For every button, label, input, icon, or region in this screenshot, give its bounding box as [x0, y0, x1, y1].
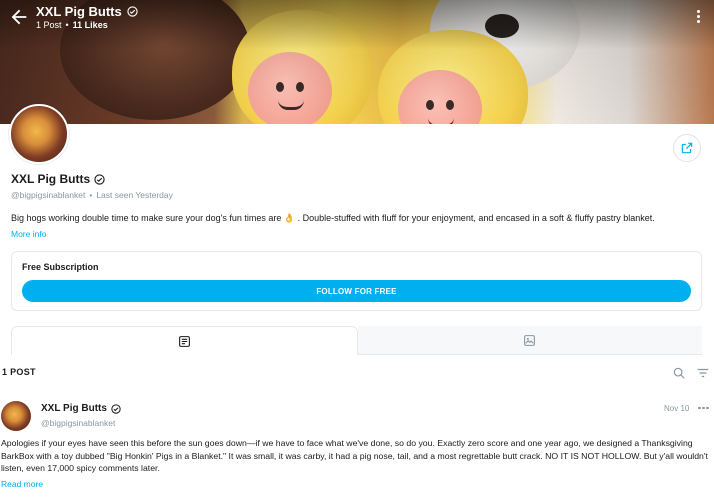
kebab-dot [696, 15, 700, 18]
search-icon [673, 367, 685, 379]
header-post-count: 1 Post [36, 20, 62, 30]
posts-icon [178, 335, 190, 347]
arrow-left-icon [11, 9, 27, 25]
ellipsis-dot [706, 406, 709, 410]
more-options-button[interactable] [692, 8, 704, 28]
post-date: Nov 10 [664, 404, 690, 413]
profile-handle: @bigpigsinablanket [11, 190, 86, 200]
subscription-card: Free Subscription FOLLOW FOR FREE [11, 251, 702, 311]
header-title: XXL Pig Butts [36, 4, 138, 19]
post-author[interactable]: XXL Pig Butts [41, 403, 121, 414]
share-icon [681, 142, 693, 154]
post-author-avatar[interactable] [1, 401, 31, 431]
tab-media[interactable] [357, 326, 702, 355]
last-seen: Last seen Yesterday [96, 190, 173, 200]
verified-icon [94, 173, 105, 185]
more-info-link[interactable]: More info [11, 229, 46, 239]
search-posts-button[interactable] [672, 366, 686, 380]
top-bar: XXL Pig Butts 1 Post • 11 Likes [0, 0, 714, 36]
share-button[interactable] [673, 134, 701, 162]
read-more-link[interactable]: Read more [1, 479, 43, 489]
ellipsis-dot [702, 406, 705, 410]
post-author-name: XXL Pig Butts [41, 403, 107, 414]
ellipsis-dot [698, 406, 701, 410]
verified-icon [127, 6, 138, 17]
profile-name: XXL Pig Butts [11, 172, 105, 186]
profile-meta: @bigpigsinablanket • Last seen Yesterday [11, 190, 173, 200]
content-tabs [11, 326, 702, 355]
profile-meta-separator: • [89, 190, 93, 200]
posts-header: 1 POST [0, 361, 714, 385]
tab-posts[interactable] [11, 326, 358, 355]
post-text: Apologies if your eyes have seen this be… [1, 438, 708, 473]
kebab-dot [696, 10, 700, 13]
sort-posts-button[interactable] [696, 366, 710, 380]
sort-icon [697, 368, 709, 378]
subscription-title: Free Subscription [22, 262, 99, 272]
header-likes: 11 Likes [72, 20, 108, 30]
header-stats: 1 Post • 11 Likes [36, 20, 108, 30]
header-separator: • [65, 20, 69, 30]
profile-avatar[interactable] [9, 104, 69, 164]
post-author-handle[interactable]: @bigpigsinablanket [41, 418, 115, 428]
header-title-text: XXL Pig Butts [36, 4, 122, 19]
verified-icon [111, 403, 121, 414]
follow-for-free-button[interactable]: FOLLOW FOR FREE [22, 280, 691, 302]
kebab-dot [696, 20, 700, 23]
profile-name-text: XXL Pig Butts [11, 172, 91, 186]
media-icon [524, 334, 536, 346]
back-button[interactable] [8, 6, 30, 28]
post-options-button[interactable] [698, 403, 710, 413]
posts-count: 1 POST [2, 367, 36, 377]
profile-bio: Big hogs working double time to make sur… [11, 213, 655, 223]
